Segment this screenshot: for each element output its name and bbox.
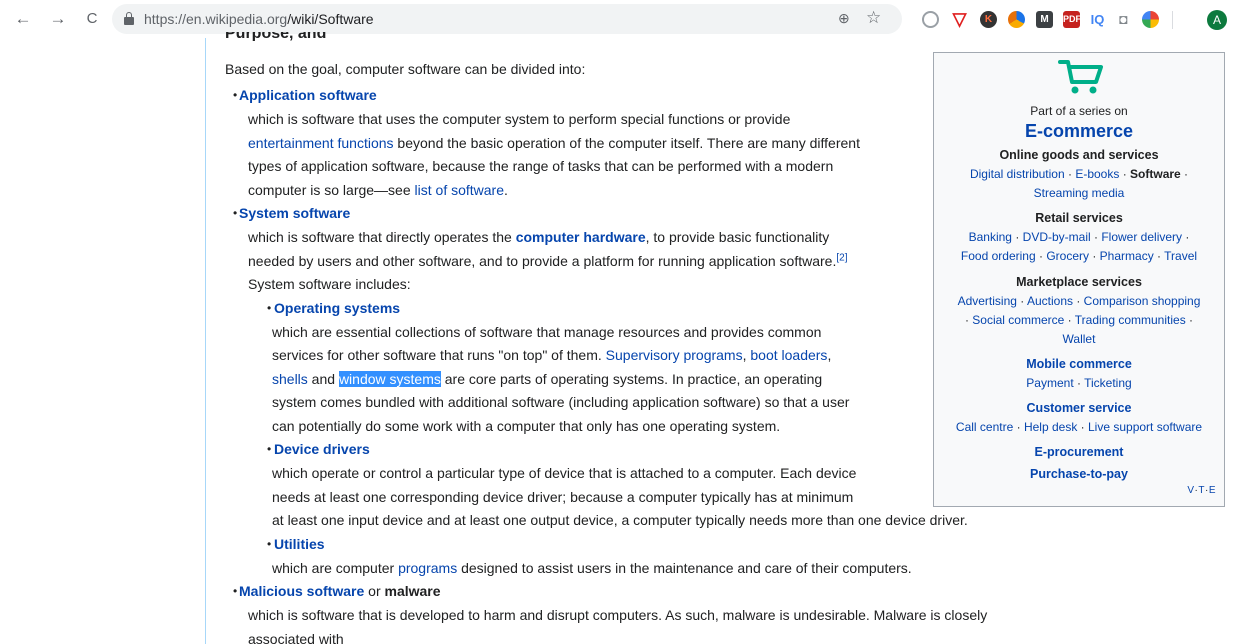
pharmacy-link[interactable]: Pharmacy <box>1100 249 1154 263</box>
e-procurement-section: E-procurement <box>934 443 1224 462</box>
help-desk-link[interactable]: Help desk <box>1024 420 1077 434</box>
mobile-commerce-section: Mobile commerce Payment · Ticketing <box>934 355 1224 393</box>
bookmark-star-icon[interactable]: ☆ <box>866 8 881 28</box>
list-item-system-software: System software <box>225 202 1045 226</box>
url-text[interactable]: https://en.wikipedia.org/wiki/Software <box>144 11 374 27</box>
pdf-extension-icon[interactable]: PDF <box>1063 11 1081 28</box>
back-button[interactable]: ← <box>12 8 34 30</box>
malicious-software-link[interactable]: Malicious software <box>239 583 364 599</box>
system-software-definition: which is software that directly operates… <box>248 229 848 292</box>
content-left-border <box>205 38 206 644</box>
address-bar[interactable]: https://en.wikipedia.org/wiki/Software ⊕… <box>112 4 902 34</box>
software-current-item: Software <box>1130 167 1181 181</box>
programs-link[interactable]: programs <box>398 560 457 576</box>
reload-button[interactable]: C <box>81 8 103 30</box>
reference-2-link[interactable]: [2] <box>836 252 847 263</box>
list-item-operating-systems: Operating systems <box>225 297 1045 321</box>
window-systems-link-selected[interactable]: window systems <box>338 370 441 387</box>
operating-systems-definition: which are essential collections of softw… <box>272 323 850 434</box>
malicious-software-definition: which is software that is developed to h… <box>248 607 988 644</box>
utilities-definition: which are computer programs designed to … <box>272 559 912 576</box>
zoom-icon[interactable]: ⊕ <box>838 10 850 27</box>
auctions-link[interactable]: Auctions <box>1027 294 1073 308</box>
application-software-link[interactable]: Application software <box>239 87 377 103</box>
ecommerce-sidebar-infobox: Part of a series on E-commerce Online go… <box>933 52 1225 507</box>
iq-extension-icon[interactable]: IQ <box>1089 11 1106 28</box>
grocery-link[interactable]: Grocery <box>1046 249 1089 263</box>
talk-template-link[interactable]: T <box>1198 485 1205 496</box>
browser-toolbar: ← → C https://en.wikipedia.org/wiki/Soft… <box>0 0 1246 38</box>
purchase-to-pay-section: Purchase-to-pay <box>934 465 1224 484</box>
edit-template-link[interactable]: E <box>1209 485 1216 496</box>
list-item-malicious-software: Malicious software or malware <box>225 580 1045 604</box>
profile-avatar[interactable]: A <box>1207 10 1227 30</box>
shells-link[interactable]: shells <box>272 371 308 387</box>
flower-delivery-link[interactable]: Flower delivery <box>1101 230 1182 244</box>
k-extension-icon[interactable]: K <box>980 11 997 28</box>
mobile-commerce-heading-link[interactable]: Mobile commerce <box>934 355 1224 374</box>
payment-link[interactable]: Payment <box>1026 376 1073 390</box>
list-item-utilities: Utilities <box>225 533 1045 557</box>
system-software-link[interactable]: System software <box>239 205 350 221</box>
m-extension-icon[interactable]: M <box>1036 11 1053 28</box>
wallet-link[interactable]: Wallet <box>1063 332 1096 346</box>
streaming-media-link[interactable]: Streaming media <box>1034 186 1125 200</box>
intro-text: Based on the goal, computer software can… <box>225 61 586 77</box>
online-goods-heading: Online goods and services <box>999 148 1159 162</box>
infobox-title-link[interactable]: E-commerce <box>934 119 1224 143</box>
customer-service-section: Customer service Call centre · Help desk… <box>934 399 1224 437</box>
shopping-cart-icon[interactable] <box>1058 57 1104 97</box>
shield-extension-icon[interactable]: ▽ <box>951 9 968 29</box>
marketplace-services-heading: Marketplace services <box>1016 275 1142 289</box>
e-procurement-link[interactable]: E-procurement <box>934 443 1224 462</box>
utilities-link[interactable]: Utilities <box>274 536 325 552</box>
globe-extension-icon[interactable] <box>922 11 939 28</box>
device-drivers-link[interactable]: Device drivers <box>274 441 370 457</box>
forward-button[interactable]: → <box>47 8 69 30</box>
camera-extension-icon[interactable]: ◘ <box>1115 11 1132 28</box>
malware-bold-term: malware <box>384 583 441 599</box>
article-body: Based on the goal, computer software can… <box>225 58 1045 644</box>
digital-distribution-link[interactable]: Digital distribution <box>970 167 1065 181</box>
food-ordering-link[interactable]: Food ordering <box>961 249 1036 263</box>
retail-services-section: Retail services Banking · DVD-by-mail · … <box>934 209 1224 266</box>
device-drivers-definition: which operate or control a particular ty… <box>272 465 968 528</box>
ticketing-link[interactable]: Ticketing <box>1084 376 1132 390</box>
trading-communities-link[interactable]: Trading communities <box>1075 313 1186 327</box>
customer-service-heading-link[interactable]: Customer service <box>934 399 1224 418</box>
lock-icon[interactable] <box>124 12 134 25</box>
online-goods-section: Online goods and services Digital distri… <box>934 146 1224 203</box>
operating-systems-link[interactable]: Operating systems <box>274 300 400 316</box>
boot-loaders-link[interactable]: boot loaders <box>750 347 827 363</box>
color-picker-extension-icon[interactable] <box>1142 11 1159 28</box>
view-template-link[interactable]: V <box>1187 485 1194 496</box>
call-centre-link[interactable]: Call centre <box>956 420 1013 434</box>
list-item-application-software: Application software <box>225 84 1045 108</box>
list-of-software-link[interactable]: list of software <box>415 182 504 198</box>
list-item-device-drivers: Device drivers <box>225 438 1045 462</box>
comparison-shopping-link[interactable]: Comparison shopping <box>1084 294 1201 308</box>
section-heading-cutoff: Purpose, and <box>225 32 327 41</box>
e-books-link[interactable]: E-books <box>1075 167 1119 181</box>
toolbar-divider <box>1172 11 1173 29</box>
banking-link[interactable]: Banking <box>969 230 1012 244</box>
live-support-software-link[interactable]: Live support software <box>1088 420 1202 434</box>
social-commerce-link[interactable]: Social commerce <box>972 313 1064 327</box>
computer-hardware-link[interactable]: computer hardware <box>516 229 646 245</box>
pie-extension-icon[interactable] <box>1008 11 1025 28</box>
travel-link[interactable]: Travel <box>1164 249 1197 263</box>
supervisory-programs-link[interactable]: Supervisory programs <box>606 347 743 363</box>
entertainment-functions-link[interactable]: entertainment functions <box>248 135 394 151</box>
retail-services-heading: Retail services <box>1035 211 1123 225</box>
purchase-to-pay-link[interactable]: Purchase-to-pay <box>934 465 1224 484</box>
dvd-by-mail-link[interactable]: DVD-by-mail <box>1023 230 1091 244</box>
advertising-link[interactable]: Advertising <box>958 294 1017 308</box>
marketplace-services-section: Marketplace services Advertising · Aucti… <box>934 273 1224 349</box>
application-software-definition: which is software that uses the computer… <box>248 111 860 198</box>
vte-navbox-links: V·T·E <box>1187 485 1216 496</box>
